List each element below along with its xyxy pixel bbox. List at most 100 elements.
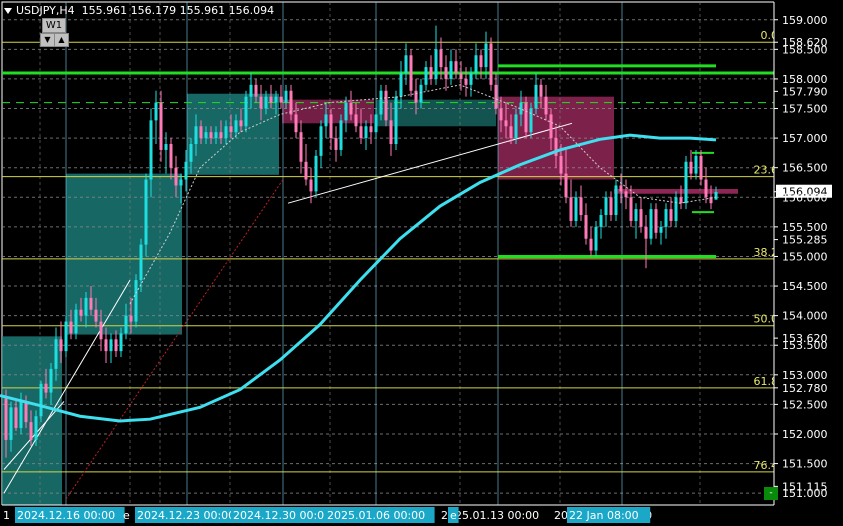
candle-bear: [494, 84, 498, 109]
price-tick-label: 154.500: [782, 280, 828, 293]
candle-bull: [249, 84, 253, 97]
candle-bull: [274, 96, 278, 103]
candle-bull: [514, 114, 518, 139]
candle-bull: [534, 84, 538, 109]
candle-bull: [484, 43, 488, 68]
candle-bear: [414, 90, 418, 103]
candle-bear: [269, 96, 273, 103]
timeframe-widget[interactable]: W1 ▼ ▲: [38, 18, 70, 47]
candle-bear: [219, 132, 223, 139]
candle-bull: [574, 197, 578, 221]
candle-bear: [689, 161, 693, 174]
price-tick-label: 158.000: [782, 73, 828, 86]
candle-bear: [409, 55, 413, 91]
candle-bear: [544, 96, 548, 115]
candle-bear: [499, 108, 503, 121]
candle-bear: [309, 179, 313, 192]
candle-bull: [189, 144, 193, 162]
candle-bear: [619, 185, 623, 192]
candle-bull: [319, 126, 323, 156]
candle-bull: [424, 67, 428, 85]
price-tick-label: 156.000: [782, 191, 828, 204]
candle-bull: [234, 120, 238, 133]
candle-bear: [349, 102, 353, 115]
candle-bull: [49, 368, 53, 393]
candle-bear: [679, 197, 683, 204]
price-tick-label: 157.790: [782, 85, 828, 98]
price-tick-label: 151.000: [782, 487, 828, 500]
candle-bear: [329, 114, 333, 139]
candle-bull: [649, 209, 653, 239]
ohlc-values: 155.961 156.179 155.961 156.094: [81, 4, 275, 17]
candle-bear: [299, 132, 303, 162]
candle-bear: [44, 383, 48, 393]
symbol-label: USDJPY,H4: [16, 4, 75, 17]
zone-teal-4: [376, 99, 496, 127]
candle-bull: [399, 73, 403, 97]
candle-bear: [169, 144, 173, 168]
candle-bear: [369, 126, 373, 133]
candle-bull: [344, 102, 348, 121]
price-chart[interactable]: 0.023.638.250.061.876.4159.000158.620158…: [0, 0, 843, 526]
candle-bear: [539, 84, 543, 97]
candle-bull: [379, 90, 383, 115]
candle-bull: [109, 339, 113, 352]
candle-bear: [559, 155, 563, 174]
candle-bear: [489, 43, 493, 85]
candle-bear: [24, 401, 28, 423]
candle-bull: [139, 244, 143, 281]
candle-bear: [704, 179, 708, 198]
price-tick-label: 153.500: [782, 339, 828, 352]
candle-bull: [194, 126, 198, 145]
candle-bull: [214, 132, 218, 139]
price-tick-label: 157.500: [782, 103, 828, 116]
candle-bear: [69, 321, 73, 334]
candle-bull: [419, 84, 423, 103]
candle-bull: [394, 96, 398, 145]
candle-bear: [259, 96, 263, 109]
timeframe-down-icon[interactable]: ▼: [40, 33, 55, 47]
candle-bear: [459, 73, 463, 79]
candle-bull: [714, 191, 718, 200]
candle-bear: [129, 315, 133, 322]
collapse-triangle-icon[interactable]: [4, 8, 12, 14]
candle-bull: [314, 155, 318, 192]
candle-bull: [204, 132, 208, 139]
candle-bear: [564, 173, 568, 198]
candle-bull: [364, 126, 368, 139]
time-tick-label: 1: [3, 509, 10, 522]
timeframe-label[interactable]: W1: [42, 18, 66, 33]
candle-bear: [639, 209, 643, 227]
candle-bull: [84, 297, 88, 316]
candle-bull: [604, 197, 608, 216]
candle-bear: [289, 90, 293, 115]
candle-bear: [509, 126, 513, 139]
candle-bear: [94, 309, 98, 322]
candle-bull: [179, 179, 183, 186]
candle-bull: [684, 161, 688, 204]
candle-bear: [584, 215, 588, 239]
candle-bull: [144, 179, 148, 245]
time-tick-label: 2024.12.16 00:00: [17, 509, 115, 522]
candle-bear: [294, 114, 298, 133]
candle-bull: [164, 144, 168, 150]
candle-bear: [174, 167, 178, 186]
candle-bear: [504, 120, 508, 127]
candle-bear: [114, 339, 118, 352]
corner-button[interactable]: -: [764, 487, 778, 500]
candle-bear: [239, 120, 243, 127]
candle-bull: [154, 102, 158, 121]
candle-bear: [644, 226, 648, 239]
candle-bear: [454, 61, 458, 74]
candle-bear: [14, 407, 18, 429]
candle-bear: [669, 209, 673, 221]
candle-bull: [449, 61, 453, 79]
price-tick-label: 155.500: [782, 221, 828, 234]
timeframe-up-icon[interactable]: ▲: [54, 33, 69, 47]
candle-bear: [279, 96, 283, 103]
price-tick-label: 158.500: [782, 43, 828, 56]
candle-bull: [64, 321, 68, 352]
candle-bear: [629, 197, 633, 221]
candle-bear: [624, 191, 628, 198]
price-tick-label: 151.500: [782, 458, 828, 471]
